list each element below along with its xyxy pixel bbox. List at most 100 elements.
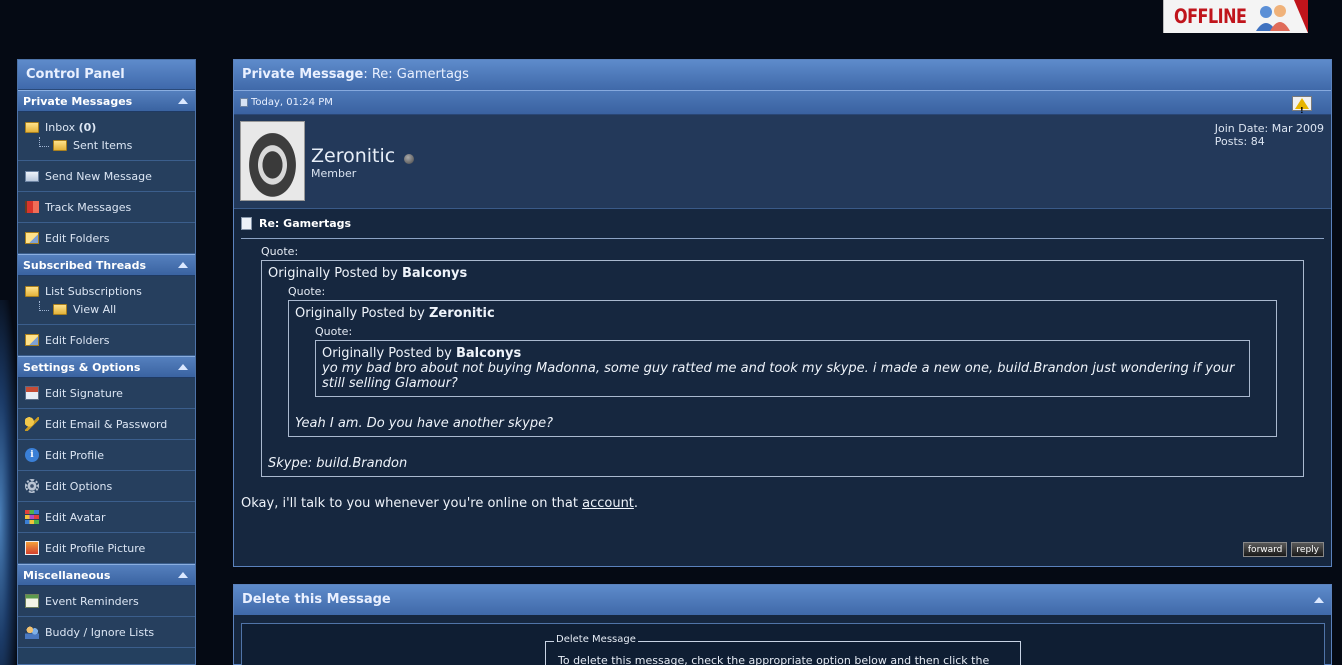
sidebar-item-label: Edit Profile [45,448,105,462]
view-all-label[interactable]: View All [73,303,116,316]
report-button[interactable] [1292,96,1312,123]
quote-attribution: Originally Posted by Balconys [322,346,1243,361]
delete-message-panel: Delete this Message Delete Message To de… [233,584,1332,665]
sidebar-item-edit-profile[interactable]: i Edit Profile [18,440,195,471]
sidebar-item-event-reminders[interactable]: Event Reminders [18,586,195,617]
sidebar-item-sent-items[interactable]: Sent Items [25,136,132,154]
posted-by-label: Originally Posted by [322,346,452,361]
sidebar-item-edit-options[interactable]: Edit Options [18,471,195,502]
collapse-icon[interactable] [178,262,188,268]
folder-icon [53,139,67,151]
edit-folder-icon [25,232,39,244]
folder-open-icon [25,285,39,297]
control-panel-title: Control Panel [18,60,195,90]
list-subscriptions-label[interactable]: List Subscriptions [45,285,142,298]
quote-label: Quote: [288,285,326,298]
private-message-panel: Private Message: Re: Gamertags Today, 01… [233,59,1332,567]
post-icon [240,98,248,107]
quote-author: Balconys [401,266,468,281]
message-body: Re: Gamertags Quote: Originally Posted b… [234,209,1331,511]
control-panel-sidebar: Control Panel Private Messages Inbox (0)… [17,59,196,665]
calendar-icon [25,594,39,608]
document-icon [241,216,252,230]
section-heading: Miscellaneous [23,569,111,582]
author-post-count: Posts: 84 [1214,135,1265,148]
sidebar-item-view-all[interactable]: View All [25,300,116,318]
section-private-messages[interactable]: Private Messages [18,90,195,112]
folder-open-icon [25,121,39,133]
badge-corner [1294,0,1308,33]
quote-text: yo my bad bro about not buying Madonna, … [322,361,1235,391]
quote-text: Yeah I am. Do you have another skype? [295,416,553,431]
sidebar-item-label: Edit Email & Password [45,417,168,431]
users-icon [1252,3,1296,31]
sidebar-item-edit-signature[interactable]: Edit Signature [18,378,195,409]
folder-icon [53,303,67,315]
sent-items-label[interactable]: Sent Items [73,139,132,152]
quote-label: Quote: [261,245,299,258]
sidebar-item-label: Edit Folders [45,231,110,245]
account-link[interactable]: account [582,496,634,511]
sidebar-item-track-messages[interactable]: Track Messages [18,192,195,223]
key-icon [25,417,39,431]
sidebar-item-label: Edit Signature [45,386,123,400]
buddy-icon [25,625,39,639]
picture-icon [25,541,39,555]
collapse-icon[interactable] [178,98,188,104]
sidebar-item-edit-folders[interactable]: Edit Folders [18,223,195,254]
sidebar-item-label: Edit Folders [45,333,110,347]
message-subject-text: Re: Gamertags [259,216,352,230]
author-name[interactable]: Zeronitic [311,145,395,167]
reply-body: Okay, i'll talk to you whenever you're o… [241,496,583,511]
quote-box: Originally Posted by Balconys Quote: Ori… [261,260,1304,477]
sidebar-item-label: Send New Message [45,169,152,183]
collapse-icon[interactable] [1314,597,1324,603]
section-settings-options[interactable]: Settings & Options [18,356,195,378]
tree-branch-icon [39,301,49,311]
sidebar-item-edit-avatar[interactable]: Edit Avatar [18,502,195,533]
forward-button[interactable]: forward [1242,542,1288,557]
tree-branch-icon [39,137,49,147]
author-stats: Join Date: Mar 2009 Posts: 84 [1215,122,1324,148]
sidebar-item-inbox[interactable]: Inbox (0) [25,118,96,136]
pm-title: Private Message: Re: Gamertags [234,60,1331,90]
sidebar-item-list-subscriptions[interactable]: List Subscriptions [25,282,142,300]
sidebar-item-buddy-ignore-lists[interactable]: Buddy / Ignore Lists [18,617,195,648]
collapse-icon[interactable] [178,572,188,578]
reply-button[interactable]: reply [1291,542,1324,557]
sidebar-item-label: Edit Profile Picture [45,541,146,555]
delete-panel-body: Delete Message To delete this message, c… [241,623,1325,665]
quote-box: Originally Posted by Zeronitic Quote: Or… [288,300,1277,437]
offline-status-badge: OFFLINE [1163,0,1308,33]
delete-fieldset: Delete Message To delete this message, c… [545,634,1021,665]
sidebar-item-edit-profile-picture[interactable]: Edit Profile Picture [18,533,195,564]
section-subscribed-threads[interactable]: Subscribed Threads [18,254,195,276]
sidebar-item-edit-folders-subs[interactable]: Edit Folders [18,325,195,356]
avatar[interactable] [240,121,305,201]
offline-label: OFFLINE [1174,5,1247,28]
quote-author: Balconys [455,346,522,361]
quote-inner: Quote: Originally Posted by Balconys yo … [315,325,1250,397]
sidebar-item-label: Edit Avatar [45,510,106,524]
quote-box: Originally Posted by Balconys yo my bad … [315,340,1250,397]
divider [241,238,1324,239]
sidebar-item-inbox-group: Inbox (0) Sent Items [18,112,195,161]
sidebar-item-label: Track Messages [45,200,132,214]
collapse-icon[interactable] [178,364,188,370]
reply-text: Okay, i'll talk to you whenever you're o… [241,496,1324,511]
delete-legend: Delete Message [554,634,638,645]
message-subject: Re: Gamertags [241,215,1324,231]
sidebar-item-send-new-message[interactable]: Send New Message [18,161,195,192]
inbox-label[interactable]: Inbox [45,121,75,134]
sidebar-item-edit-email-password[interactable]: Edit Email & Password [18,409,195,440]
pm-title-subject: : Re: Gamertags [363,67,469,82]
info-icon: i [25,448,39,462]
posted-by-label: Originally Posted by [295,306,425,321]
section-heading: Settings & Options [23,361,141,374]
envelope-icon [25,170,39,182]
section-miscellaneous[interactable]: Miscellaneous [18,564,195,586]
quote-label: Quote: [315,325,353,338]
section-heading: Private Messages [23,95,133,108]
sidebar-item-label: Edit Options [45,479,113,493]
section-heading: Subscribed Threads [23,259,146,272]
